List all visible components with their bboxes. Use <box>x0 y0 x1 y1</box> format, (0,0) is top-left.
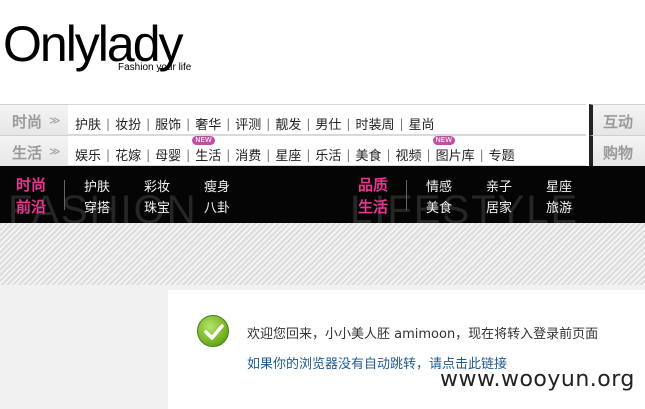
nav-item[interactable]: 靓发 <box>270 114 306 133</box>
nav-item[interactable]: 服饰 <box>150 114 186 133</box>
nav-item-label: 图片库 <box>435 149 475 164</box>
nav-category-life[interactable]: 生活 ≫ <box>0 135 68 166</box>
band-link[interactable]: 八卦 <box>204 197 230 216</box>
nav-item-label: 花嫁 <box>115 149 142 164</box>
nav-item[interactable]: 娱乐 <box>70 145 106 164</box>
watermark: www.wooyun.org <box>440 367 635 392</box>
double-chevron-icon: ≫ <box>49 145 61 158</box>
nav-item[interactable]: 时装周 <box>350 114 399 133</box>
nav-item-label: 男仕 <box>315 118 342 133</box>
nav-category-label: 生活 <box>12 144 43 162</box>
success-check-icon <box>197 315 229 347</box>
band-link[interactable]: 星座 <box>546 176 572 195</box>
band-link[interactable]: 瘦身 <box>204 176 230 195</box>
nav-item[interactable]: 视频 <box>391 145 427 164</box>
category-line: 时尚 <box>16 176 47 194</box>
band-link[interactable]: 旅游 <box>546 197 572 216</box>
onlylady-logo[interactable]: Onlylady Fashion your life <box>3 14 233 78</box>
nav-item-label: 娱乐 <box>75 149 102 164</box>
divider <box>64 180 65 210</box>
nav-category-fashion[interactable]: 时尚 ≫ <box>0 104 68 135</box>
tab-shopping-label: 购物 <box>603 144 634 162</box>
nav-row-fashion: 时尚 ≫ 护肤 | 妆扮 | 服饰 | 奢华 | 评测 | 靓发 | 男仕 | 时装周 | 星尚 互动 <box>0 104 645 135</box>
nav-item[interactable]: 母婴 <box>150 145 186 164</box>
band-category-fashion[interactable]: 时尚 前沿 <box>16 174 56 218</box>
nav-item[interactable]: 专题 <box>484 145 520 164</box>
nav-item-label: 妆扮 <box>115 118 142 133</box>
nav-item[interactable]: 星尚 <box>404 114 440 133</box>
nav-item-label: 星尚 <box>408 118 435 133</box>
category-line: 生活 <box>358 198 389 216</box>
band-link[interactable]: 护肤 <box>84 176 110 195</box>
band-link[interactable]: 情感 <box>426 176 452 195</box>
nav-category-label: 时尚 <box>12 113 43 131</box>
nav-item[interactable]: 奢华 <box>190 114 226 133</box>
tab-shopping[interactable]: 购物 <box>589 135 645 166</box>
nav-item[interactable]: 男仕 <box>310 114 346 133</box>
nav-item[interactable]: 消费 <box>230 145 266 164</box>
nav-item-label: 时装周 <box>355 118 395 133</box>
nav-item-label: 消费 <box>235 149 262 164</box>
nav-item[interactable]: 美食 <box>350 145 386 164</box>
new-badge: NEW <box>192 136 215 145</box>
category-line: 品质 <box>358 176 389 194</box>
nav-items-fashion: 护肤 | 妆扮 | 服饰 | 奢华 | 评测 | 靓发 | 男仕 | 时装周 | 星尚 <box>70 114 440 134</box>
nav-item-label: 奢华 <box>195 118 222 133</box>
nav-item-label: 评测 <box>235 118 262 133</box>
logo-tagline: Fashion your life <box>118 62 192 73</box>
nav-item[interactable]: 乐活 <box>310 145 346 164</box>
band-link[interactable]: 美食 <box>426 197 452 216</box>
nav-item[interactable]: 评测 <box>230 114 266 133</box>
band-link[interactable]: 居家 <box>486 197 512 216</box>
divider <box>406 180 407 210</box>
band-link[interactable]: 珠宝 <box>144 197 170 216</box>
striped-divider <box>0 223 645 285</box>
nav-item-label: 星座 <box>275 149 302 164</box>
band-link[interactable]: 亲子 <box>486 176 512 195</box>
nav-item-label: 美食 <box>355 149 382 164</box>
nav-item-label: 服饰 <box>155 118 182 133</box>
nav-item[interactable]: 星座 <box>270 145 306 164</box>
welcome-message: 欢迎您回来，小小美人胚 amimoon，现在将转入登录前页面 <box>247 327 599 342</box>
nav-item[interactable]: 花嫁 <box>110 145 146 164</box>
nav-item-label: 护肤 <box>75 118 102 133</box>
nav-item[interactable]: 图片库 NEW <box>431 136 480 164</box>
nav-item[interactable]: 护肤 <box>70 114 106 133</box>
tab-interact-label: 互动 <box>603 113 634 131</box>
nav-items-life: 娱乐 | 花嫁 | 母婴 | 生活 NEW | 消费 | 星座 | 乐活 | 美食 | 视频 | 图片库 NEW | 专题 <box>70 136 520 164</box>
nav-item[interactable]: 妆扮 <box>110 114 146 133</box>
band-link[interactable]: 穿搭 <box>84 197 110 216</box>
band-link[interactable]: 彩妆 <box>144 176 170 195</box>
new-badge: NEW <box>432 136 456 145</box>
nav-row-life: 生活 ≫ 娱乐 | 花嫁 | 母婴 | 生活 NEW | 消费 | 星座 | 乐活 | 美食 | 视频 | 图片库 NE… <box>0 135 645 166</box>
nav-item-label: 乐活 <box>315 149 342 164</box>
nav-item[interactable]: 生活 NEW <box>190 136 226 164</box>
category-line: 前沿 <box>16 198 47 216</box>
nav-item-label: 靓发 <box>275 118 302 133</box>
nav-item-label: 母婴 <box>155 149 182 164</box>
nav-item-label: 专题 <box>488 149 515 164</box>
tab-interact[interactable]: 互动 <box>589 104 645 135</box>
channel-band: FASHION LIFESTYLE 时尚 前沿 护肤 彩妆 瘦身 穿搭 珠宝 八… <box>0 166 645 223</box>
nav-item-label: 生活 <box>195 149 222 164</box>
band-category-life[interactable]: 品质 生活 <box>358 174 398 218</box>
nav-item-label: 视频 <box>395 149 422 164</box>
double-chevron-icon: ≫ <box>49 114 61 127</box>
